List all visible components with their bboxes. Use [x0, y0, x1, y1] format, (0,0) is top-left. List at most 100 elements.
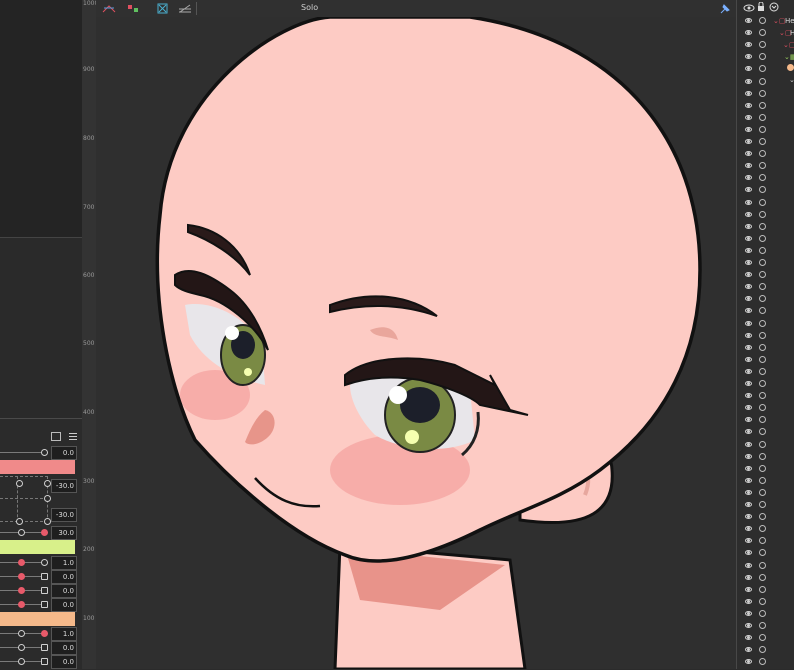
- visibility-eye-icon[interactable]: [745, 235, 752, 241]
- layer-row[interactable]: [737, 547, 794, 559]
- visibility-eye-icon[interactable]: [745, 296, 752, 302]
- visibility-eye-icon[interactable]: [745, 284, 752, 290]
- layer-row[interactable]: [737, 475, 794, 487]
- lock-toggle-icon[interactable]: [759, 295, 766, 303]
- lock-toggle-icon[interactable]: [759, 331, 766, 339]
- lock-toggle-icon[interactable]: [759, 646, 766, 654]
- lock-toggle-icon[interactable]: [759, 283, 766, 291]
- layer-row[interactable]: [737, 318, 794, 330]
- slider-keyform-dot[interactable]: [18, 573, 25, 580]
- visibility-eye-icon[interactable]: [745, 320, 752, 326]
- layer-row[interactable]: [737, 15, 794, 27]
- slider-knob[interactable]: [41, 449, 48, 456]
- visibility-eye-icon[interactable]: [745, 526, 752, 532]
- param-row[interactable]: 1.0: [0, 627, 80, 641]
- param-value[interactable]: 1.0: [51, 556, 77, 570]
- param-value[interactable]: -30.0: [51, 508, 77, 522]
- collapse-all-icon[interactable]: [769, 2, 779, 12]
- slider-knob[interactable]: [41, 587, 48, 594]
- lock-toggle-icon[interactable]: [759, 416, 766, 424]
- param-row[interactable]: 0.0: [0, 584, 80, 598]
- visibility-eye-icon[interactable]: [745, 151, 752, 157]
- lock-toggle-icon[interactable]: [759, 561, 766, 569]
- visibility-eye-icon[interactable]: [745, 199, 752, 205]
- visibility-eye-icon[interactable]: [745, 344, 752, 350]
- visibility-eye-icon[interactable]: [745, 441, 752, 447]
- grid-view-icon[interactable]: [51, 432, 61, 441]
- lock-toggle-icon[interactable]: [759, 150, 766, 158]
- lock-toggle-icon[interactable]: [759, 452, 766, 460]
- visibility-eye-icon[interactable]: [745, 502, 752, 507]
- param-row[interactable]: 0.0: [0, 655, 80, 669]
- lock-toggle-icon[interactable]: [759, 428, 766, 436]
- lock-toggle-icon[interactable]: [759, 392, 766, 400]
- param-row[interactable]: 0.0: [0, 598, 80, 612]
- visibility-eye-icon[interactable]: [745, 356, 752, 362]
- slider-keyform-dot[interactable]: [41, 630, 48, 637]
- visibility-eye-icon[interactable]: [745, 30, 752, 36]
- slider-keyform-dot[interactable]: [18, 587, 25, 594]
- visibility-eye-icon[interactable]: [745, 368, 752, 374]
- visibility-eye-icon[interactable]: [745, 247, 752, 253]
- lock-toggle-icon[interactable]: [759, 101, 766, 109]
- visibility-eye-icon[interactable]: [745, 659, 752, 665]
- xy-pad-point[interactable]: [44, 518, 51, 525]
- lock-toggle-icon[interactable]: [759, 17, 766, 24]
- slider-knob[interactable]: [18, 644, 25, 651]
- layer-row[interactable]: [737, 523, 794, 535]
- param-row[interactable]: 0.0: [0, 641, 80, 655]
- layer-row[interactable]: [737, 27, 794, 39]
- layer-row[interactable]: [737, 535, 794, 547]
- lock-toggle-icon[interactable]: [759, 501, 766, 508]
- lock-toggle-icon[interactable]: [759, 174, 766, 182]
- visibility-eye-icon[interactable]: [745, 54, 752, 60]
- layer-row[interactable]: [737, 100, 794, 112]
- menu-icon[interactable]: [69, 433, 77, 440]
- layer-row[interactable]: [737, 620, 794, 632]
- lock-toggle-icon[interactable]: [759, 537, 766, 545]
- xy-pad-point[interactable]: [16, 518, 23, 525]
- layer-row[interactable]: [737, 221, 794, 233]
- lock-toggle-icon[interactable]: [759, 41, 766, 49]
- layer-row[interactable]: [737, 184, 794, 196]
- lock-toggle-icon[interactable]: [759, 89, 766, 97]
- visibility-eye-icon[interactable]: [745, 381, 752, 386]
- layer-row[interactable]: [737, 257, 794, 269]
- lock-toggle-icon[interactable]: [759, 549, 766, 557]
- layer-row[interactable]: [737, 148, 794, 160]
- lock-toggle-icon[interactable]: [759, 29, 766, 37]
- visibility-eye-icon[interactable]: [745, 308, 752, 314]
- lock-toggle-icon[interactable]: [759, 367, 766, 375]
- slider-knob[interactable]: [41, 573, 48, 580]
- lock-toggle-icon[interactable]: [759, 573, 766, 581]
- visibility-eye-icon[interactable]: [745, 574, 752, 580]
- layer-row[interactable]: [737, 305, 794, 317]
- layer-row[interactable]: [737, 63, 794, 75]
- param-value[interactable]: 0.0: [51, 584, 77, 598]
- layer-row[interactable]: [737, 560, 794, 572]
- visibility-eye-icon[interactable]: [745, 139, 752, 144]
- layer-row[interactable]: [737, 402, 794, 414]
- param-value[interactable]: 30.0: [51, 526, 77, 540]
- visibility-eye-icon[interactable]: [745, 453, 752, 459]
- layer-row[interactable]: [737, 233, 794, 245]
- layer-row[interactable]: [737, 463, 794, 475]
- model-canvas[interactable]: [96, 17, 736, 669]
- layer-row[interactable]: [737, 136, 794, 148]
- lock-toggle-icon[interactable]: [759, 138, 766, 145]
- visibility-eye-icon[interactable]: [745, 18, 752, 23]
- visibility-eye-icon[interactable]: [745, 272, 752, 278]
- layer-row[interactable]: [737, 160, 794, 172]
- layer-row[interactable]: [737, 378, 794, 390]
- lock-toggle-icon[interactable]: [759, 380, 766, 387]
- lock-toggle-icon[interactable]: [759, 222, 766, 230]
- layer-row[interactable]: [737, 451, 794, 463]
- visibility-eye-icon[interactable]: [745, 393, 752, 399]
- visibility-eye-icon[interactable]: [745, 417, 752, 423]
- visibility-eye-icon[interactable]: [745, 66, 752, 72]
- param-value[interactable]: 0.0: [51, 655, 77, 669]
- visibility-eye-icon[interactable]: [745, 429, 752, 435]
- lock-toggle-icon[interactable]: [759, 162, 766, 170]
- layer-row[interactable]: [737, 342, 794, 354]
- visibility-eye-icon[interactable]: [745, 163, 752, 169]
